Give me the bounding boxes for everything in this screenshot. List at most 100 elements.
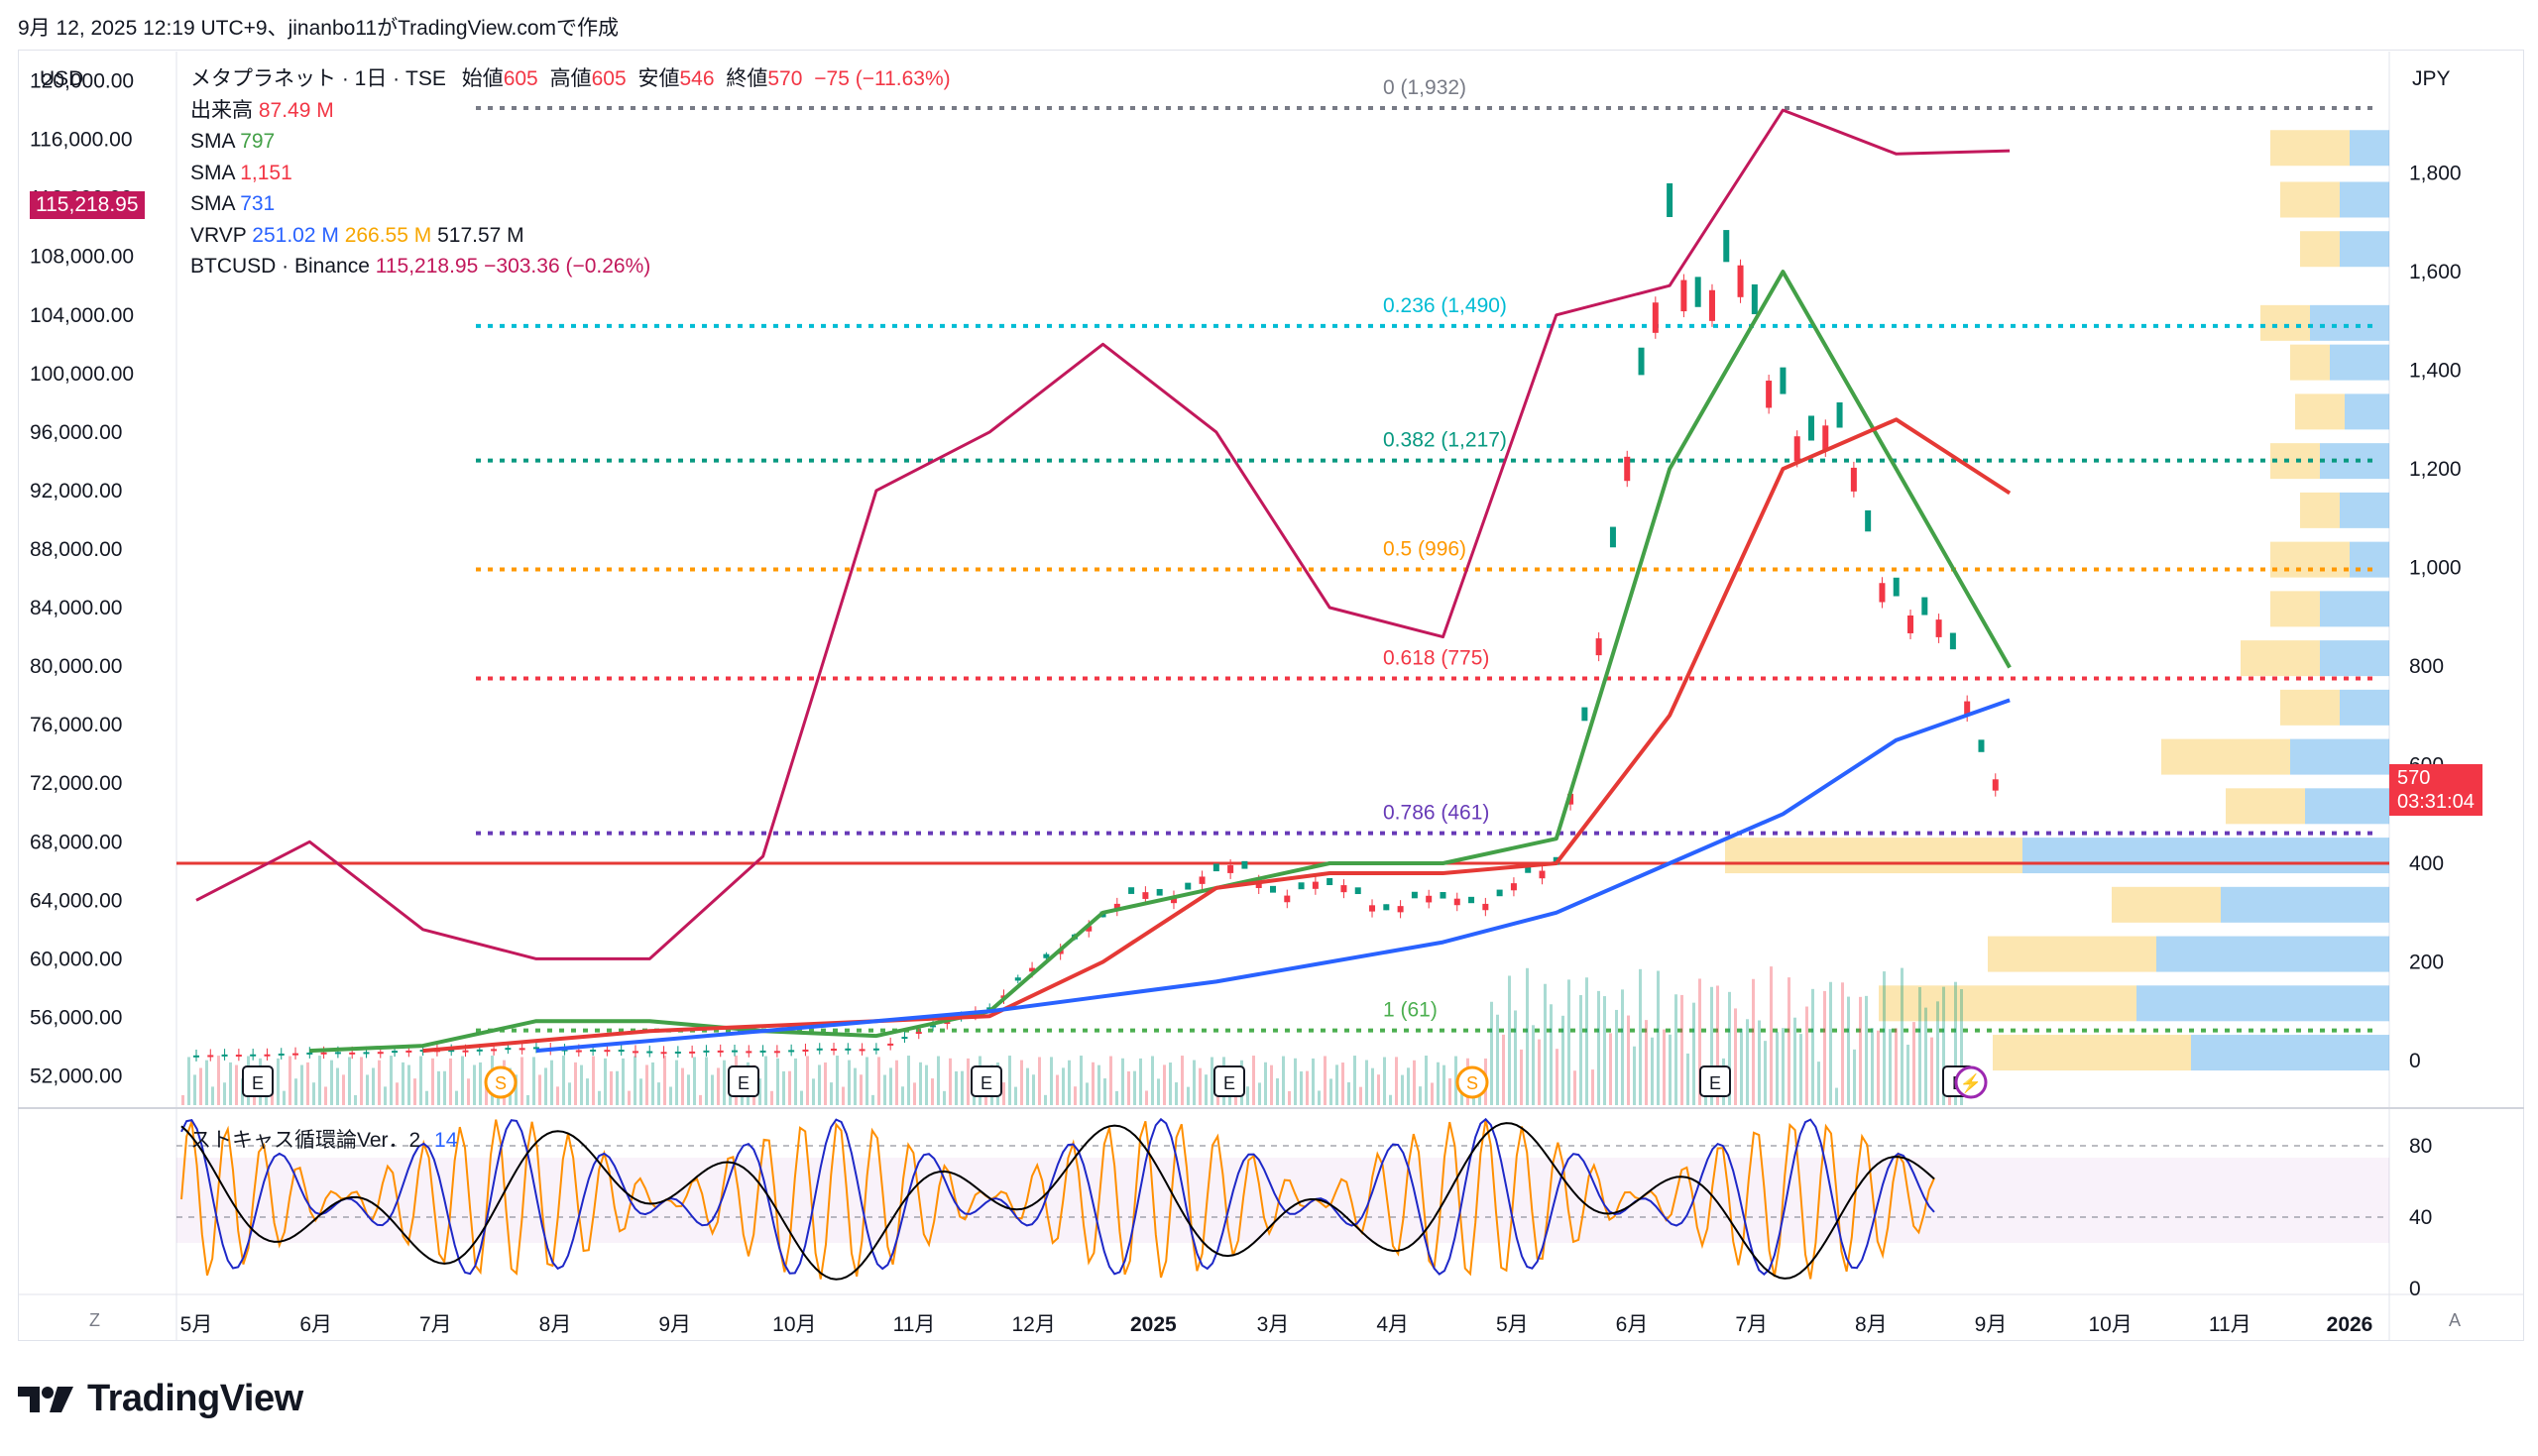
volume-row[interactable]: 出来高 87.49 M bbox=[190, 95, 951, 127]
left-tick-label: 72,000.00 bbox=[30, 772, 122, 795]
time-tick-label: 10月 bbox=[772, 1313, 816, 1336]
volume-bar bbox=[1276, 1078, 1279, 1105]
symbol-row[interactable]: メタプラネット · 1日 · TSE 始値605 高値605 安値546 終値5… bbox=[190, 63, 951, 95]
vp-bar-blue bbox=[2136, 985, 2389, 1022]
sma1-row[interactable]: SMA 797 bbox=[190, 126, 951, 158]
vp-bar-yellow bbox=[1993, 1035, 2191, 1071]
fib-label: 1 (61) bbox=[1383, 999, 1438, 1022]
candle-body bbox=[1921, 597, 1928, 616]
volume-bar bbox=[1062, 1067, 1065, 1105]
candle-body bbox=[788, 1050, 795, 1053]
vp-bar-blue bbox=[2345, 393, 2389, 430]
left-tick-label: 92,000.00 bbox=[30, 480, 122, 503]
volume-bar bbox=[925, 1064, 928, 1105]
volume-bar bbox=[390, 1056, 393, 1105]
volume-bar bbox=[1425, 1056, 1428, 1105]
volume-bar bbox=[318, 1056, 321, 1105]
volume-bar bbox=[1883, 971, 1886, 1105]
volume-bar bbox=[181, 1095, 184, 1105]
candle-body bbox=[1836, 401, 1843, 428]
candle-body bbox=[1609, 526, 1616, 548]
candle-body bbox=[292, 1053, 299, 1056]
volume-bar bbox=[1550, 1004, 1553, 1105]
volume-bar bbox=[1270, 1064, 1273, 1105]
volume-bar bbox=[1508, 975, 1511, 1105]
volume-bar bbox=[407, 1064, 410, 1105]
candle-body bbox=[377, 1052, 384, 1055]
candle-body bbox=[1156, 888, 1163, 896]
split-marker-label: S bbox=[1466, 1073, 1478, 1093]
volume-bar bbox=[788, 1070, 791, 1105]
vrvp-row[interactable]: VRVP 251.02 M 266.55 M 517.57 M bbox=[190, 220, 951, 252]
time-tick-label: 2025 bbox=[1130, 1313, 1177, 1336]
sma2-value: 1,151 bbox=[240, 161, 292, 184]
candle-body bbox=[1751, 283, 1758, 315]
auto-scale-button[interactable]: A bbox=[2449, 1310, 2461, 1331]
right-tick-label: 400 bbox=[2409, 852, 2444, 875]
change-value: −75 (−11.63%) bbox=[814, 67, 951, 90]
candle-body bbox=[1680, 280, 1687, 312]
candle-body bbox=[1354, 887, 1361, 895]
candle-body bbox=[334, 1052, 341, 1055]
fib-label: 0.5 (996) bbox=[1383, 538, 1466, 561]
candle-body bbox=[1270, 885, 1276, 893]
candle-body bbox=[1440, 892, 1446, 899]
sma3-row[interactable]: SMA 731 bbox=[190, 188, 951, 220]
symbol-name[interactable]: メタプラネット · 1日 · TSE bbox=[190, 67, 446, 90]
time-tick-label: 5月 bbox=[180, 1313, 213, 1336]
volume-bar bbox=[877, 1057, 880, 1105]
candle-body bbox=[717, 1050, 724, 1053]
vp-bar-yellow bbox=[2290, 344, 2330, 381]
sma3-value: 731 bbox=[240, 192, 276, 215]
volume-bar bbox=[187, 1057, 190, 1105]
candle-body bbox=[1949, 632, 1956, 650]
usd-axis-label[interactable]: USD bbox=[40, 67, 83, 91]
volume-bar bbox=[1811, 988, 1814, 1105]
volume-bar bbox=[443, 1070, 446, 1105]
volume-bar bbox=[1663, 1029, 1666, 1105]
candle-body bbox=[1482, 903, 1489, 911]
candle-body bbox=[887, 1043, 894, 1046]
volume-bar bbox=[1211, 1057, 1213, 1105]
sma3-label: SMA bbox=[190, 192, 235, 215]
jpy-axis-label[interactable]: JPY bbox=[2412, 67, 2451, 91]
volume-bar bbox=[1674, 994, 1677, 1105]
volume-bar bbox=[1597, 990, 1600, 1105]
time-tick-label: 2026 bbox=[2327, 1313, 2373, 1336]
sma2-row[interactable]: SMA 1,151 bbox=[190, 158, 951, 189]
chart-legend: メタプラネット · 1日 · TSE 始値605 高値605 安値546 終値5… bbox=[190, 63, 951, 282]
volume-bar bbox=[1746, 1019, 1749, 1105]
volume-bar bbox=[1633, 1046, 1636, 1105]
candle-body bbox=[590, 1049, 597, 1052]
volume-bar bbox=[217, 1056, 220, 1105]
tradingview-logo[interactable]: TradingView bbox=[18, 1378, 303, 1420]
left-tick-label: 100,000.00 bbox=[30, 363, 134, 386]
volume-bar bbox=[812, 1078, 815, 1105]
volume-bar bbox=[1734, 1008, 1737, 1105]
volume-bar bbox=[372, 1067, 375, 1105]
volume-bar bbox=[1532, 1025, 1535, 1105]
volume-label: 出来高 bbox=[190, 98, 253, 122]
time-tick-label: 5月 bbox=[1496, 1313, 1529, 1336]
volume-bar bbox=[800, 1090, 803, 1105]
vp-bar-yellow bbox=[2270, 130, 2350, 167]
volume-bar bbox=[1585, 977, 1588, 1105]
btc-row[interactable]: BTCUSD · Binance 115,218.95 −303.36 (−0.… bbox=[190, 251, 951, 282]
candle-body bbox=[646, 1051, 653, 1054]
time-tick-label: 9月 bbox=[1975, 1313, 2008, 1336]
volume-bar bbox=[705, 1057, 708, 1105]
oscillator-legend[interactable]: ストキャス循環論Ver．2 14 bbox=[190, 1124, 457, 1154]
z-button[interactable]: Z bbox=[89, 1310, 100, 1331]
left-tick-label: 84,000.00 bbox=[30, 597, 122, 619]
candle-body bbox=[1014, 977, 1021, 981]
candle-body bbox=[1340, 885, 1347, 893]
volume-bar bbox=[396, 1082, 399, 1105]
candle-body bbox=[1369, 905, 1376, 912]
volume-bar bbox=[1841, 982, 1844, 1105]
oscillator-param: 14 bbox=[434, 1129, 458, 1152]
volume-bar bbox=[663, 1056, 666, 1105]
candle-body bbox=[859, 1049, 865, 1052]
right-tick-label: 0 bbox=[2409, 1050, 2421, 1072]
volume-bar bbox=[907, 1056, 910, 1105]
candle-body bbox=[1241, 860, 1248, 869]
